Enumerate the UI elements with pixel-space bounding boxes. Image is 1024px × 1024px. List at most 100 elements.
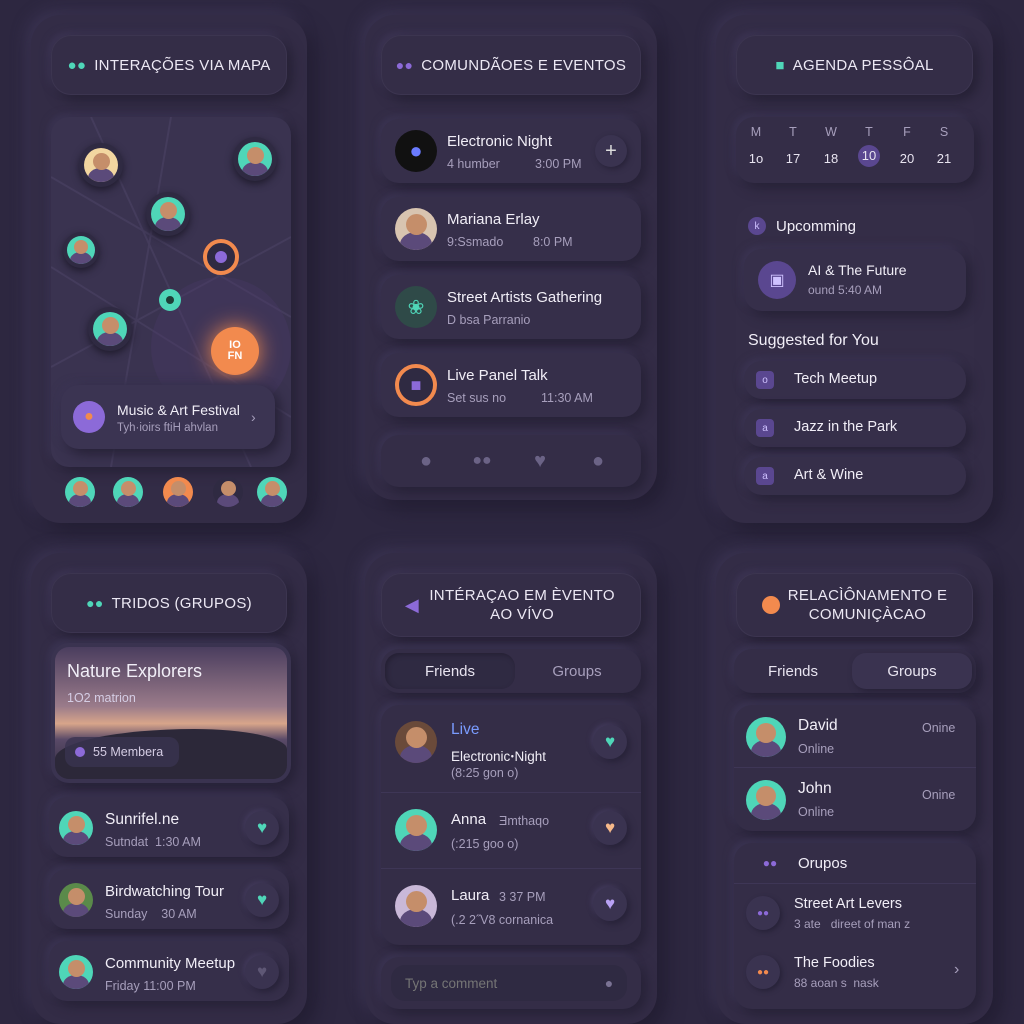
heart-icon[interactable]: ♥ bbox=[525, 447, 555, 475]
avatar[interactable] bbox=[113, 477, 143, 507]
event-icon: o bbox=[756, 371, 774, 389]
agenda-header: ■ AGENDA PESSÔAL bbox=[736, 35, 973, 95]
friend-name: John bbox=[798, 780, 832, 797]
map-pin-avatar[interactable] bbox=[63, 232, 99, 268]
avatar[interactable] bbox=[257, 477, 287, 507]
map-pin-ring[interactable] bbox=[203, 239, 239, 275]
bottom-nav: ● ●● ♥ ● bbox=[381, 435, 641, 487]
map-pin-avatar[interactable] bbox=[88, 307, 132, 351]
live-title: INTÉRAÇAO EM ÈVENTO AO VÍVO bbox=[429, 587, 615, 623]
tab-friends[interactable]: Friends bbox=[738, 653, 848, 689]
item-title: Electronic Night bbox=[447, 133, 553, 150]
heart-button[interactable]: ♥ bbox=[245, 811, 279, 845]
day-number: 1o bbox=[748, 151, 764, 166]
talk-icon: ■ bbox=[395, 364, 437, 406]
list-item[interactable]: ■ Live Panel Talk Set sus no 11:30 AM bbox=[381, 353, 641, 417]
item-meta: Friday 11:00 PM bbox=[105, 979, 196, 993]
day[interactable]: T 17 bbox=[778, 125, 808, 166]
upcoming-title: AI & The Future bbox=[808, 262, 907, 278]
tab-friends[interactable]: Friends bbox=[385, 653, 515, 689]
day[interactable]: M 1o bbox=[741, 125, 771, 166]
list-item[interactable]: Community Meetup Friday 11:00 PM ♥ bbox=[49, 941, 289, 1001]
day-number: 18 bbox=[823, 151, 839, 166]
speaker-icon: ◀ bbox=[404, 594, 420, 615]
group-meta: 3 ate direet of man z bbox=[794, 917, 911, 931]
chevron-right-icon[interactable]: › bbox=[251, 409, 256, 425]
avatar[interactable] bbox=[163, 477, 193, 507]
feed-item[interactable]: Live ElectronicꞏNight (8:25 gon o) ♥ bbox=[381, 705, 641, 793]
list-item[interactable]: ❀ Street Artists Gathering D bsa Parrani… bbox=[381, 275, 641, 339]
add-button[interactable]: + bbox=[595, 135, 627, 167]
list-item[interactable]: Mariana Erlay 9:Ssmado 8:0 PM bbox=[381, 197, 641, 261]
online-badge: Onine bbox=[922, 721, 956, 735]
chevron-right-icon[interactable]: › bbox=[954, 961, 959, 979]
agenda-panel: ■ AGENDA PESSÔAL M 1o T 17 W 18 T 10 F 20 S 21… bbox=[716, 15, 993, 523]
list-item[interactable]: Birdwatching Tour Sunday 30 AM ♥ bbox=[49, 869, 289, 929]
upcoming-label: Upcomming bbox=[776, 218, 857, 235]
event-icon: a bbox=[756, 467, 774, 485]
suggested-item[interactable]: a Art & Wine bbox=[744, 457, 966, 495]
groups-panel: ●● TRIDOS (GRUPOS) Nature Explorers 1O2 … bbox=[31, 553, 307, 1024]
person-icon[interactable]: ● bbox=[411, 447, 441, 475]
item-meta: Set sus no bbox=[447, 391, 507, 405]
heart-button[interactable]: ♥ bbox=[245, 883, 279, 917]
live-feed: Live ElectronicꞏNight (8:25 gon o) ♥ Ann… bbox=[381, 705, 641, 945]
map-event-card[interactable]: ● Music & Art Festival Tyh·ioirs ftiH ah… bbox=[61, 385, 275, 449]
suggested-item[interactable]: a Jazz in the Park bbox=[744, 409, 966, 447]
day-selected[interactable]: T 10 bbox=[854, 125, 884, 167]
event-icon: ● bbox=[73, 401, 105, 433]
group-meta: 88 aoan s nask bbox=[794, 976, 879, 990]
day[interactable]: S 21 bbox=[929, 125, 959, 166]
tree-icon: ❀ bbox=[395, 286, 437, 328]
featured-group[interactable]: Nature Explorers 1O2 matrion 55 Membera bbox=[51, 643, 291, 783]
agenda-content: k Upcomming ▣ AI & The Future ound 5:40 … bbox=[736, 205, 974, 505]
day-letter: S bbox=[939, 125, 949, 139]
group-row[interactable]: ●● The Foodies 88 aoan s nask › bbox=[734, 943, 976, 1005]
day-number: 20 bbox=[899, 151, 915, 166]
map-area[interactable]: IO FN ● Music & Art Festival Tyh·ioirs f… bbox=[51, 117, 291, 467]
heart-button[interactable]: ♥ bbox=[593, 811, 627, 845]
heart-button[interactable]: ♥ bbox=[593, 725, 627, 759]
friend-row[interactable]: David Online Onine bbox=[734, 705, 976, 768]
friend-row[interactable]: John Online Onine bbox=[734, 768, 976, 831]
list-item[interactable]: Sunrifel.ne Sutndat 1:30 AM ♥ bbox=[49, 797, 289, 857]
item-title: Live Panel Talk bbox=[447, 367, 548, 384]
tab-bar: Friends Groups bbox=[734, 649, 976, 693]
tab-groups[interactable]: Groups bbox=[517, 653, 637, 689]
members-badge[interactable]: 55 Membera bbox=[65, 737, 179, 767]
group-title: Street Art Levers bbox=[794, 896, 902, 912]
feed-item[interactable]: Laura 3 37 PM (.2 2˝V8 cornanica ♥ bbox=[381, 869, 641, 945]
comment-input[interactable] bbox=[391, 965, 627, 1001]
list-item[interactable]: ● Electronic Night 4 humber 3:00 PM + bbox=[381, 119, 641, 183]
live-header: ◀ INTÉRAÇAO EM ÈVENTO AO VÍVO bbox=[381, 573, 641, 637]
map-event-pin[interactable]: IO FN bbox=[211, 327, 259, 375]
tab-groups[interactable]: Groups bbox=[852, 653, 972, 689]
suggested-item[interactable]: o Tech Meetup bbox=[744, 361, 966, 399]
day[interactable]: F 20 bbox=[892, 125, 922, 166]
map-pin-avatar[interactable] bbox=[146, 192, 190, 236]
map-pin-avatar[interactable] bbox=[233, 137, 277, 181]
day-letter: T bbox=[865, 125, 873, 139]
people-icon: ●● bbox=[67, 56, 87, 74]
heart-button[interactable]: ♥ bbox=[593, 887, 627, 921]
day[interactable]: W 18 bbox=[816, 125, 846, 166]
avatar bbox=[59, 811, 93, 845]
upcoming-card[interactable]: ▣ AI & The Future ound 5:40 AM bbox=[744, 249, 966, 311]
map-pin-avatar[interactable] bbox=[79, 143, 123, 187]
item-title: Sunrifel.ne bbox=[105, 811, 180, 828]
week-strip: M 1o T 17 W 18 T 10 F 20 S 21 bbox=[736, 117, 974, 183]
avatar[interactable] bbox=[65, 477, 95, 507]
group-row[interactable]: ●● Street Art Levers 3 ate direet of man… bbox=[734, 883, 976, 945]
microphone-icon[interactable]: ● bbox=[599, 973, 619, 993]
event-icon: a bbox=[756, 419, 774, 437]
avatar-placeholder[interactable] bbox=[213, 477, 243, 507]
item-meta: (:215 goo o) bbox=[451, 837, 519, 851]
feed-item[interactable]: Anna Ǝmthaqo (:215 goo o) ♥ bbox=[381, 793, 641, 869]
day-number: 10 bbox=[858, 145, 880, 167]
suggested-title: Art & Wine bbox=[794, 467, 864, 483]
map-pin-dot[interactable] bbox=[159, 289, 181, 311]
group-icon[interactable]: ●● bbox=[467, 447, 497, 475]
heart-button[interactable]: ♥ bbox=[245, 955, 279, 989]
profile-icon[interactable]: ● bbox=[583, 447, 613, 475]
suggested-title: Tech Meetup bbox=[794, 371, 878, 387]
